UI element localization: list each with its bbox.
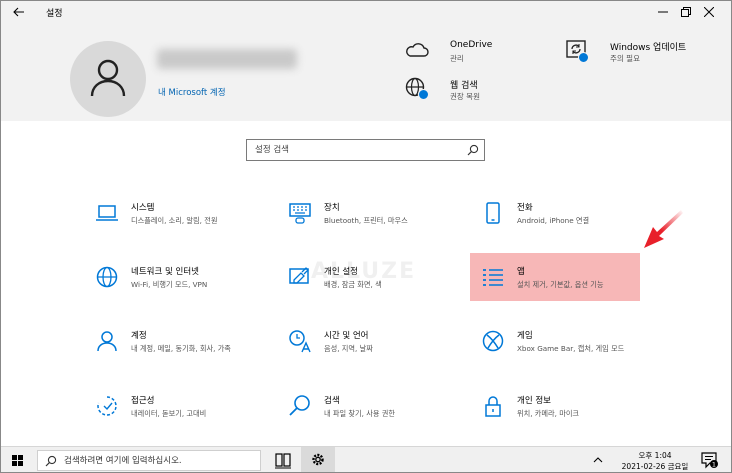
close-button[interactable] <box>686 1 731 25</box>
tile-name: 개인 정보 <box>517 396 551 406</box>
search-icon <box>289 395 310 416</box>
web-search-title: 웹 검색 <box>450 81 478 91</box>
tile-gaming[interactable]: 게임 Xbox Game Bar, 캡처, 게임 모드 <box>475 326 665 376</box>
chevron-up-icon[interactable] <box>593 455 603 465</box>
user-name-blurred <box>157 49 297 69</box>
title-bar: 설정 <box>1 1 731 25</box>
taskbar-search-input[interactable] <box>64 454 254 468</box>
tile-search[interactable]: 검색 내 파일 찾기, 사용 권한 <box>282 391 472 441</box>
tile-desc: 배경, 잠금 화면, 색 <box>324 280 382 289</box>
tile-desc: 음성, 지역, 날짜 <box>324 344 373 353</box>
paint-icon <box>289 267 309 284</box>
tile-phone[interactable]: 전화 Android, iPhone 연결 <box>475 198 665 248</box>
tile-name: 계정 <box>131 331 147 341</box>
settings-window: 설정 내 Microsoft 계정 OneDrive 관리 Windows 업데… <box>0 0 732 473</box>
onedrive-subtitle: 관리 <box>450 54 464 63</box>
tile-desc: Android, iPhone 연결 <box>517 216 590 225</box>
update-badge <box>578 52 589 63</box>
person-icon <box>90 59 126 97</box>
tile-desc: 디스플레이, 소리, 알림, 전원 <box>131 216 218 225</box>
task-view-icon <box>275 453 291 469</box>
tile-network[interactable]: 네트워크 및 인터넷 Wi-Fi, 비행기 모드, VPN <box>89 262 279 312</box>
settings-search-box[interactable] <box>246 139 485 161</box>
tile-name: 접근성 <box>131 396 155 406</box>
tile-accessibility[interactable]: 접근성 내레이터, 돋보기, 고대비 <box>89 391 279 441</box>
close-icon <box>704 7 714 17</box>
cloud-icon <box>406 43 429 57</box>
windows-update-title: Windows 업데이트 <box>610 43 687 53</box>
tile-desc: Bluetooth, 프린터, 마우스 <box>324 216 408 225</box>
taskbar-settings-app[interactable] <box>301 447 335 472</box>
phone-icon <box>486 202 500 224</box>
tile-name: 개인 설정 <box>324 267 358 277</box>
clock-time: 오후 1:04 <box>638 451 672 460</box>
onedrive-title: OneDrive <box>450 40 493 50</box>
notification-icon: 1 <box>701 452 718 469</box>
tile-apps[interactable]: 앱 설치 제거, 기본값, 옵션 기능 <box>475 262 665 312</box>
web-search-badge <box>418 89 429 100</box>
microsoft-account-link[interactable]: 내 Microsoft 계정 <box>158 86 226 98</box>
avatar[interactable] <box>70 41 146 117</box>
tile-desc: 내 파일 찾기, 사용 권한 <box>324 409 395 418</box>
apps-list-icon <box>483 269 503 286</box>
notification-center-button[interactable]: 1 <box>701 452 719 472</box>
accessibility-icon <box>97 396 117 416</box>
tile-desc: Wi-Fi, 비행기 모드, VPN <box>131 280 208 289</box>
tile-name: 네트워크 및 인터넷 <box>131 267 199 277</box>
tile-name: 검색 <box>324 396 340 406</box>
search-icon <box>45 455 57 467</box>
windows-update-subtitle: 주의 필요 <box>610 54 640 63</box>
tile-desc: 설치 제거, 기본값, 옵션 기능 <box>517 280 604 289</box>
taskbar: 오후 1:04 2021-02-26 금요일 1 <box>1 446 731 472</box>
tile-name: 장치 <box>324 203 340 213</box>
task-view-button[interactable] <box>268 447 298 472</box>
time-language-icon <box>289 330 311 353</box>
tile-name: 시스템 <box>131 203 155 213</box>
clock-date: 2021-02-26 금요일 <box>621 462 689 471</box>
tile-devices[interactable]: 장치 Bluetooth, 프린터, 마우스 <box>282 198 472 248</box>
tile-system[interactable]: 시스템 디스플레이, 소리, 알림, 전원 <box>89 198 279 248</box>
xbox-icon <box>482 330 504 352</box>
laptop-icon <box>96 205 118 221</box>
tile-name: 전화 <box>517 203 533 213</box>
person-icon <box>97 331 117 352</box>
taskbar-clock[interactable]: 오후 1:04 2021-02-26 금요일 <box>617 450 693 472</box>
tile-desc: 내 계정, 메일, 동기화, 회사, 가족 <box>131 344 231 353</box>
lock-icon <box>485 396 501 417</box>
tile-desc: Xbox Game Bar, 캡처, 게임 모드 <box>517 344 625 353</box>
globe-icon <box>96 266 118 288</box>
web-search-subtitle: 권장 복원 <box>450 92 480 101</box>
taskbar-search-box[interactable] <box>37 450 261 471</box>
tile-desc: 내레이터, 돋보기, 고대비 <box>131 409 207 418</box>
tile-name: 게임 <box>517 331 533 341</box>
back-arrow-icon[interactable] <box>12 4 28 20</box>
tile-time-language[interactable]: 시간 및 언어 음성, 지역, 날짜 <box>282 326 472 376</box>
start-button[interactable] <box>1 447 35 472</box>
tile-name: 시간 및 언어 <box>324 331 369 341</box>
settings-search-input[interactable] <box>255 143 455 157</box>
tile-privacy[interactable]: 개인 정보 위치, 카메라, 마이크 <box>475 391 665 441</box>
tile-desc: 위치, 카메라, 마이크 <box>517 409 580 418</box>
keyboard-icon <box>289 203 311 224</box>
tile-name: 앱 <box>517 267 525 277</box>
windows-logo-icon <box>12 455 23 466</box>
account-header: 내 Microsoft 계정 OneDrive 관리 Windows 업데이트 … <box>1 25 731 121</box>
tile-accounts[interactable]: 계정 내 계정, 메일, 동기화, 회사, 가족 <box>89 326 279 376</box>
pointer-arrow-icon <box>644 210 683 248</box>
window-title: 설정 <box>46 9 63 19</box>
gear-icon <box>312 453 324 466</box>
tile-personalization[interactable]: 개인 설정 배경, 잠금 화면, 색 <box>282 262 472 312</box>
notification-count: 1 <box>712 461 716 469</box>
search-icon[interactable] <box>467 144 479 156</box>
